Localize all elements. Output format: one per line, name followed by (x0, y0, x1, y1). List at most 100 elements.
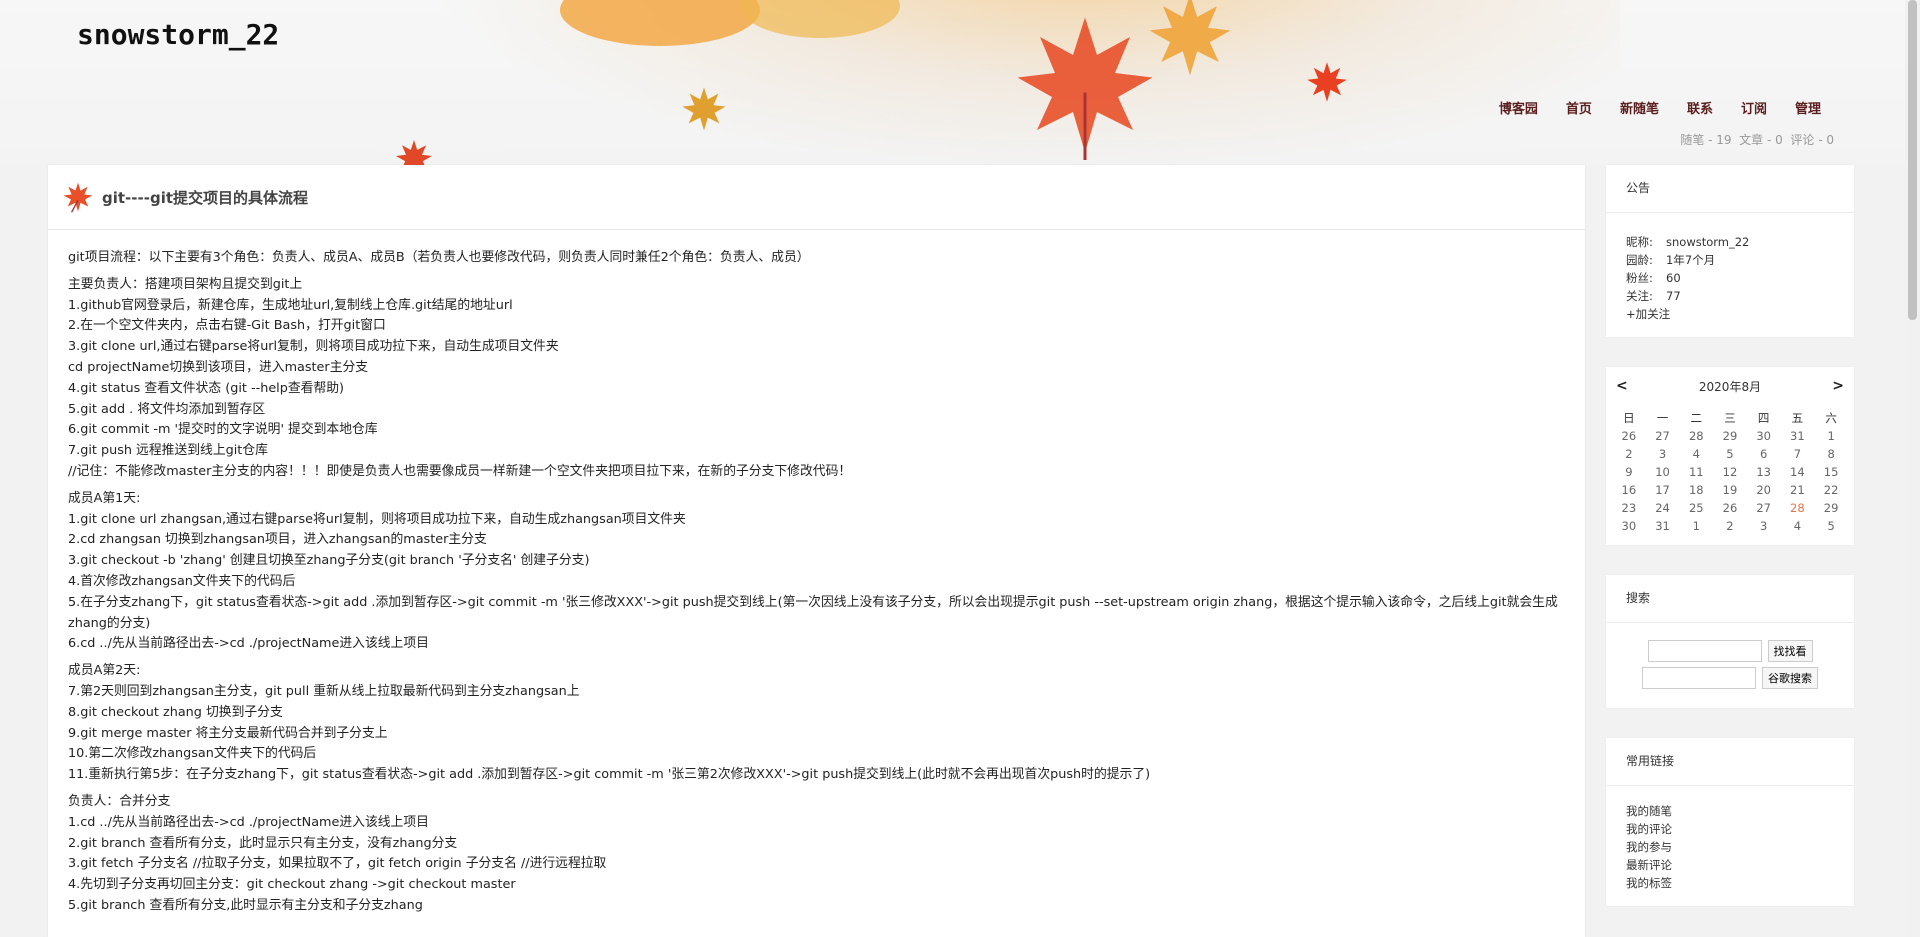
link-my-posts[interactable]: 我的随笔 (1626, 804, 1672, 818)
nav-contact[interactable]: 联系 (1673, 98, 1727, 117)
calendar-day[interactable]: 13 (1747, 463, 1781, 481)
calendar-day[interactable]: 19 (1713, 481, 1747, 499)
calendar-day[interactable]: 22 (1814, 481, 1848, 499)
post-line: cd projectName切换到该项目，进入master主分支 (68, 359, 369, 375)
calendar-day[interactable]: 29 (1814, 499, 1848, 517)
calendar-day[interactable]: 6 (1747, 445, 1781, 463)
calendar-day[interactable]: 20 (1747, 481, 1781, 499)
calendar-day[interactable]: 25 (1679, 499, 1713, 517)
calendar-day[interactable]: 28 (1781, 499, 1815, 517)
info-label: 粉丝: (1626, 271, 1653, 285)
calendar-prev-button[interactable]: < (1616, 378, 1628, 394)
header-banner: snowstorm_22 博客园 首页 新随笔 联系 订阅 管理 随笔 - 19… (0, 0, 1905, 165)
calendar-day[interactable]: 4 (1781, 517, 1815, 535)
post-line: 4.git status 查看文件状态 (git --help查看帮助) (68, 380, 345, 396)
post-title[interactable]: git----git提交项目的具体流程 (102, 187, 308, 208)
link-my-participation[interactable]: 我的参与 (1626, 840, 1672, 854)
maple-leaf-icon (1149, 0, 1231, 76)
site-search-input[interactable] (1647, 640, 1762, 662)
calendar-day[interactable]: 8 (1814, 445, 1848, 463)
calendar-day[interactable]: 1 (1679, 517, 1713, 535)
calendar-day[interactable]: 21 (1781, 481, 1815, 499)
calendar-next-button[interactable]: > (1832, 378, 1844, 394)
calendar-day[interactable]: 11 (1679, 463, 1713, 481)
sidebar: 公告 昵称: snowstorm_22 园龄: 1年7个月 粉丝: 60 关注:… (1606, 165, 1854, 936)
post-line: 3.git fetch 子分支名 //拉取子分支，如果拉取不了，git fetc… (68, 856, 607, 872)
link-my-tags[interactable]: 我的标签 (1626, 876, 1672, 890)
calendar-day[interactable]: 12 (1713, 463, 1747, 481)
link-my-comments[interactable]: 我的评论 (1626, 822, 1672, 836)
post-line: 负责人：合并分支 (68, 793, 171, 809)
calendar-day[interactable]: 2 (1612, 445, 1646, 463)
calendar-day[interactable]: 17 (1646, 481, 1680, 499)
calendar-day[interactable]: 27 (1646, 427, 1680, 445)
nav-subscribe[interactable]: 订阅 (1727, 98, 1781, 117)
post-paragraph: 负责人：合并分支 1.cd ../先从当前路径出去->cd ./projectNa… (68, 792, 1565, 917)
age-row: 园龄: 1年7个月 (1626, 251, 1834, 269)
nav-home[interactable]: 首页 (1552, 98, 1606, 117)
nickname-link[interactable]: snowstorm_22 (1666, 233, 1749, 251)
post-line: 1.git clone url zhangsan,通过右键parse将url复制… (68, 511, 686, 527)
calendar-day[interactable]: 7 (1781, 445, 1815, 463)
post-paragraph: 主要负责人：搭建项目架构且提交到git上 1.github官网登录后，新建仓库，生… (68, 275, 1565, 483)
post-line: 1.github官网登录后，新建仓库，生成地址url,复制线上仓库.git结尾的… (68, 297, 513, 313)
google-search-input[interactable] (1642, 667, 1756, 689)
link-latest-comments[interactable]: 最新评论 (1626, 858, 1672, 872)
calendar-day[interactable]: 31 (1646, 517, 1680, 535)
calendar-day[interactable]: 23 (1612, 499, 1646, 517)
calendar-day[interactable]: 31 (1781, 427, 1815, 445)
nav-admin[interactable]: 管理 (1781, 98, 1835, 117)
calendar-day[interactable]: 14 (1781, 463, 1815, 481)
calendar-day[interactable]: 15 (1814, 463, 1848, 481)
calendar-day[interactable]: 27 (1747, 499, 1781, 517)
scrollbar-thumb[interactable] (1908, 0, 1917, 320)
calendar-day[interactable]: 4 (1679, 445, 1713, 463)
post-line: 11.重新执行第5步：在子分支zhang下，git status查看状态->gi… (68, 767, 1151, 783)
post-header: git----git提交项目的具体流程 (48, 165, 1585, 230)
post-line: 5.git branch 查看所有分支,此时显示有主分支和子分支zhang (68, 897, 423, 913)
calendar-day[interactable]: 30 (1612, 517, 1646, 535)
calendar-day[interactable]: 26 (1713, 499, 1747, 517)
follow-button[interactable]: +加关注 (1626, 307, 1670, 321)
calendar-day[interactable]: 18 (1679, 481, 1713, 499)
calendar-day[interactable]: 10 (1646, 463, 1680, 481)
page-scrollbar[interactable] (1905, 0, 1920, 937)
calendar-day[interactable]: 5 (1713, 445, 1747, 463)
following-link[interactable]: 77 (1666, 287, 1681, 305)
calendar-weekday: 四 (1757, 411, 1770, 425)
blog-title[interactable]: snowstorm_22 (77, 18, 279, 51)
post-line: 5.在子分支zhang下，git status查看状态->git add .添加… (68, 594, 1558, 631)
fans-link[interactable]: 60 (1666, 269, 1681, 287)
calendar-day[interactable]: 28 (1679, 427, 1713, 445)
calendar-day[interactable]: 24 (1646, 499, 1680, 517)
nav-cnblogs[interactable]: 博客园 (1485, 98, 1552, 117)
search-body: 找找看 谷歌搜索 (1606, 623, 1854, 708)
post-line: 2.git branch 查看所有分支，此时显示只有主分支，没有zhang分支 (68, 835, 458, 851)
calendar-day[interactable]: 3 (1646, 445, 1680, 463)
calendar-day[interactable]: 29 (1713, 427, 1747, 445)
calendar-day[interactable]: 30 (1747, 427, 1781, 445)
post-line: 7.git push 远程推送到线上git仓库 (68, 443, 268, 459)
calendar-day[interactable]: 16 (1612, 481, 1646, 499)
post-container: git----git提交项目的具体流程 git项目流程：以下主要有3个角色：负责… (48, 165, 1585, 937)
site-search-button[interactable]: 找找看 (1767, 640, 1813, 662)
age-link[interactable]: 1年7个月 (1666, 251, 1715, 269)
post-line: 6.cd ../先从当前路径出去->cd ./projectName进入该线上项… (68, 636, 429, 652)
calendar-weekday: 日 (1623, 411, 1635, 425)
calendar-day[interactable]: 2 (1713, 517, 1747, 535)
fans-row: 粉丝: 60 (1626, 269, 1834, 287)
post-line: 3.git checkout -b 'zhang' 创建且切换至zhang子分支… (68, 553, 590, 569)
calendar-day[interactable]: 9 (1612, 463, 1646, 481)
post-line: 成员A第1天: (68, 490, 141, 506)
post-line: 5.git add . 将文件均添加到暂存区 (68, 401, 266, 417)
search-title: 搜索 (1606, 575, 1854, 623)
google-search-button[interactable]: 谷歌搜索 (1762, 667, 1818, 689)
nav-new-post[interactable]: 新随笔 (1606, 98, 1673, 117)
calendar-day[interactable]: 5 (1814, 517, 1848, 535)
calendar-day[interactable]: 26 (1612, 427, 1646, 445)
calendar-day[interactable]: 3 (1747, 517, 1781, 535)
calendar-day[interactable]: 1 (1814, 427, 1848, 445)
post-paragraph: 成员A第2天: 7.第2天则回到zhangsan主分支，git pull 重新从线… (68, 661, 1565, 786)
info-label: 关注: (1626, 289, 1653, 303)
links-panel: 常用链接 我的随笔 我的评论 我的参与 最新评论 我的标签 (1606, 738, 1854, 906)
